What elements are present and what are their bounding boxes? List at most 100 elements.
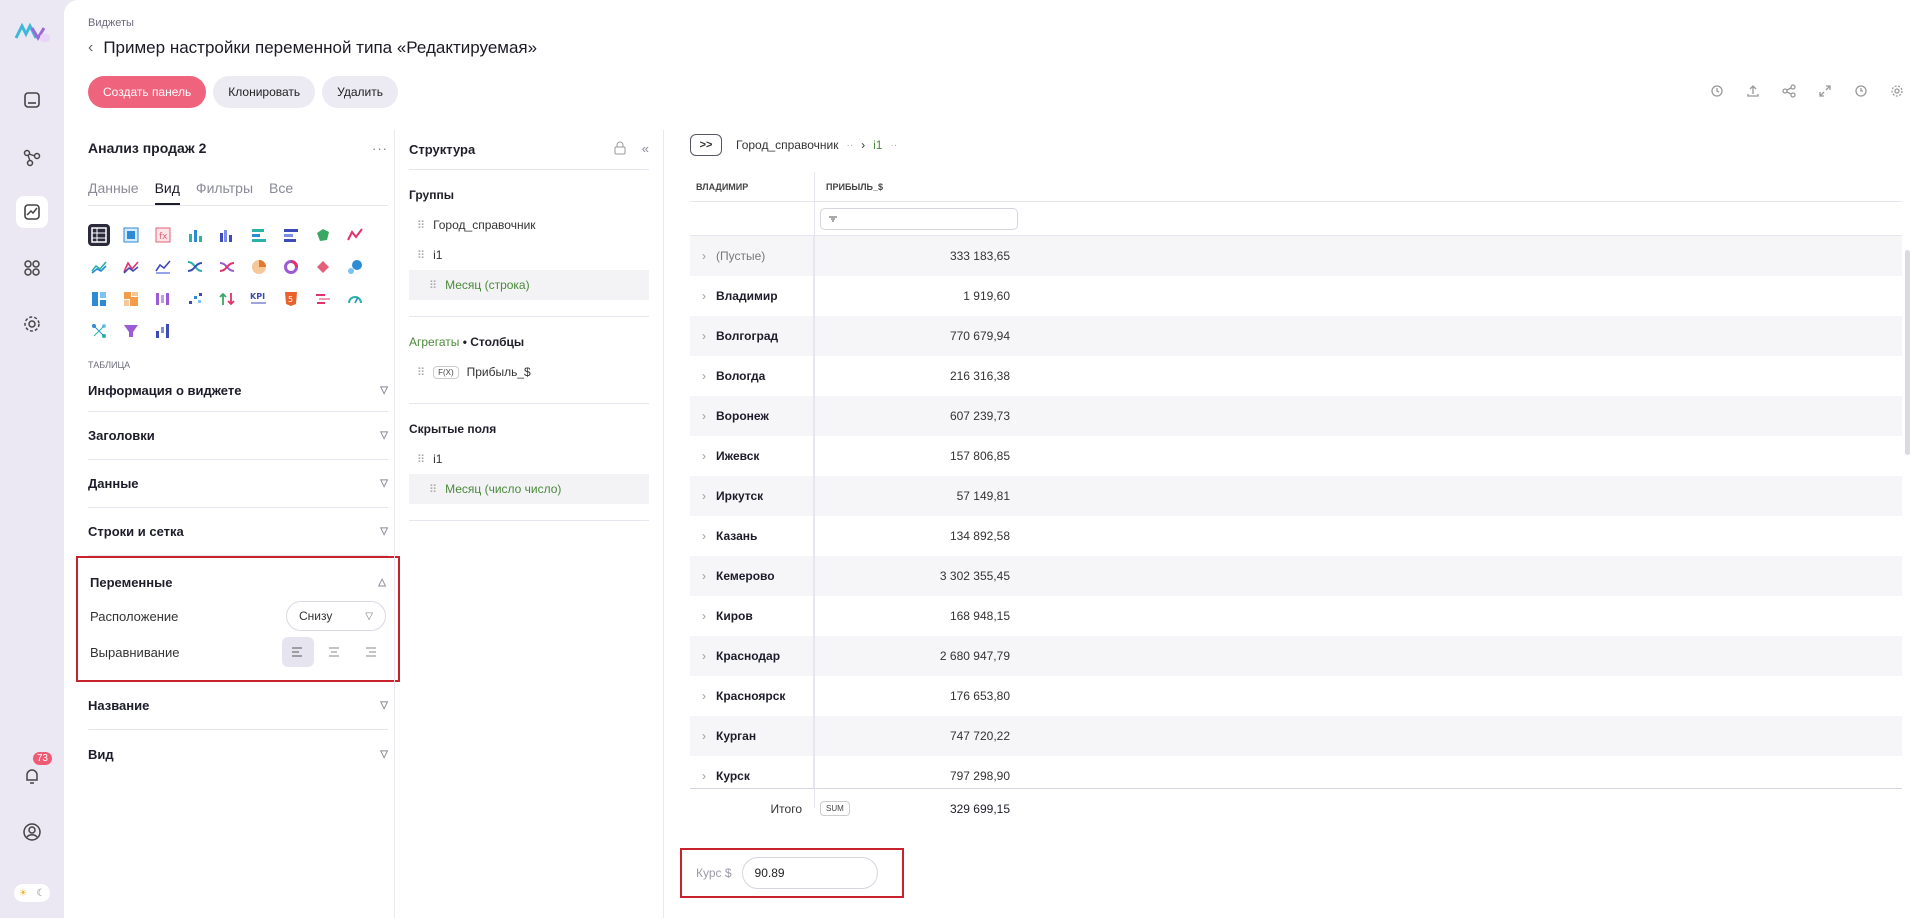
refresh-icon[interactable] — [1708, 82, 1726, 100]
align-left-icon[interactable] — [282, 637, 314, 667]
app-logo[interactable] — [14, 20, 50, 44]
drag-handle-icon[interactable]: ⠿ — [417, 366, 425, 379]
scatter-icon[interactable] — [184, 288, 206, 310]
drag-handle-icon[interactable]: ⠿ — [417, 219, 425, 232]
fullscreen-icon[interactable] — [1816, 82, 1834, 100]
section-widget-info[interactable]: Информация о виджете ▽ — [88, 370, 388, 412]
table-row[interactable]: › Ижевск 157 806,85 — [690, 436, 1902, 476]
sankey-icon[interactable] — [184, 256, 206, 278]
heat-chart-icon[interactable] — [312, 256, 334, 278]
expand-all-button[interactable]: >> — [690, 134, 722, 156]
expand-icon[interactable]: › — [702, 729, 706, 743]
treemap-icon[interactable] — [120, 288, 142, 310]
tab-all[interactable]: Все — [269, 174, 293, 205]
expand-icon[interactable]: › — [702, 609, 706, 623]
drag-handle-icon[interactable]: ⠿ — [417, 453, 425, 466]
table-row[interactable]: › Красноярск 176 653,80 — [690, 676, 1902, 716]
aggregate-tag[interactable]: SUM — [820, 801, 850, 816]
expand-icon[interactable]: › — [702, 689, 706, 703]
section-data[interactable]: Данные ▽ — [88, 460, 388, 508]
lock-icon[interactable] — [614, 141, 626, 158]
chart-icon[interactable] — [16, 196, 48, 228]
back-icon[interactable]: ‹ — [88, 39, 93, 57]
table-row[interactable]: › Курск 797 298,90 — [690, 756, 1902, 788]
section-headers[interactable]: Заголовки ▽ — [88, 412, 388, 460]
funnel-icon[interactable] — [120, 320, 142, 342]
table-row[interactable]: › Владимир 1 919,60 — [690, 276, 1902, 316]
aggregate-item[interactable]: ⠿ F(X) Прибыль_$ — [409, 357, 649, 387]
table-row[interactable]: › Казань 134 892,58 — [690, 516, 1902, 556]
html-icon[interactable]: 5 — [280, 288, 302, 310]
group-chip[interactable]: Город_справочник ·· › i1 ·· — [736, 138, 897, 152]
expand-icon[interactable]: › — [702, 769, 706, 783]
breadcrumb[interactable]: Виджеты — [88, 17, 134, 29]
hidden-item[interactable]: ⠿ i1 — [409, 444, 649, 474]
expand-icon[interactable]: › — [702, 329, 706, 343]
align-center-icon[interactable] — [318, 637, 350, 667]
delete-button[interactable]: Удалить — [322, 76, 398, 108]
expand-icon[interactable]: › — [702, 249, 706, 263]
table-row[interactable]: › Кемерово 3 302 355,45 — [690, 556, 1902, 596]
drag-handle-icon[interactable]: ⠿ — [417, 249, 425, 262]
expand-icon[interactable]: › — [702, 649, 706, 663]
map-chart-icon[interactable] — [312, 224, 334, 246]
grouped-bar-icon[interactable] — [216, 224, 238, 246]
table-row[interactable]: › Иркутск 57 149,81 — [690, 476, 1902, 516]
donut-chart-icon[interactable] — [280, 256, 302, 278]
gantt-icon[interactable] — [312, 288, 334, 310]
drag-handle-icon[interactable]: ⠿ — [429, 483, 437, 496]
stacked-bar-icon[interactable] — [280, 224, 302, 246]
gauge-icon[interactable] — [344, 288, 366, 310]
arrows-icon[interactable] — [216, 288, 238, 310]
variable-input[interactable]: 90.89 — [741, 857, 878, 889]
multi-line-icon[interactable] — [88, 256, 110, 278]
upload-icon[interactable] — [1744, 82, 1762, 100]
gear-icon[interactable] — [1888, 82, 1906, 100]
dashboard-grid-icon[interactable] — [88, 288, 110, 310]
column-filter-input[interactable] — [820, 207, 1018, 230]
expand-icon[interactable]: › — [702, 569, 706, 583]
table-row[interactable]: › Воронеж 607 239,73 — [690, 396, 1902, 436]
expand-icon[interactable]: › — [702, 409, 706, 423]
line-chart-icon[interactable] — [344, 224, 366, 246]
settings-icon[interactable] — [16, 308, 48, 340]
funnel-bars-icon[interactable] — [152, 288, 174, 310]
variables-header[interactable]: Переменные △ — [90, 566, 386, 598]
table-row[interactable]: › Волгоград 770 679,94 — [690, 316, 1902, 356]
position-select[interactable]: Снизу ▽ — [286, 601, 386, 631]
column-header[interactable]: ВЛАДИМИР — [690, 182, 814, 192]
profile-icon[interactable] — [16, 816, 48, 848]
function-tag[interactable]: F(X) — [433, 365, 459, 379]
clone-button[interactable]: Клонировать — [213, 76, 316, 108]
tab-filters[interactable]: Фильтры — [196, 174, 253, 205]
tab-view[interactable]: Вид — [154, 174, 180, 205]
group-item[interactable]: ⠿ i1 — [409, 240, 649, 270]
tab-data[interactable]: Данные — [88, 174, 139, 205]
theme-toggle[interactable]: ☀ ☾ — [14, 884, 50, 902]
more-icon[interactable]: ··· — [372, 141, 388, 156]
expand-icon[interactable]: › — [702, 529, 706, 543]
group-subitem[interactable]: ⠿ Месяц (строка) — [409, 270, 649, 300]
expand-icon[interactable]: › — [702, 489, 706, 503]
combo-line-icon[interactable] — [152, 256, 174, 278]
expand-icon[interactable]: › — [702, 449, 706, 463]
create-panel-button[interactable]: Создать панель — [88, 76, 207, 108]
network-icon[interactable] — [88, 320, 110, 342]
area-line-icon[interactable] — [120, 256, 142, 278]
section-name[interactable]: Название ▽ — [88, 682, 388, 730]
bubble-chart-icon[interactable] — [344, 256, 366, 278]
table-row[interactable]: › Краснодар 2 680 947,79 — [690, 636, 1902, 676]
apps-icon[interactable] — [16, 252, 48, 284]
scrollbar[interactable] — [1905, 250, 1910, 455]
align-right-icon[interactable] — [354, 637, 386, 667]
kpi-icon[interactable]: KPI — [248, 288, 270, 310]
formula-chart-icon[interactable]: fx — [152, 224, 174, 246]
hidden-subitem[interactable]: ⠿ Месяц (число число) — [409, 474, 649, 504]
share-icon[interactable] — [1780, 82, 1798, 100]
section-view[interactable]: Вид ▽ — [88, 730, 388, 778]
history-icon[interactable] — [1852, 82, 1870, 100]
drag-handle-icon[interactable]: ⠿ — [429, 279, 437, 292]
table-row[interactable]: › Киров 168 948,15 — [690, 596, 1902, 636]
table-row[interactable]: › Вологда 216 316,38 — [690, 356, 1902, 396]
bar-chart-icon[interactable] — [184, 224, 206, 246]
